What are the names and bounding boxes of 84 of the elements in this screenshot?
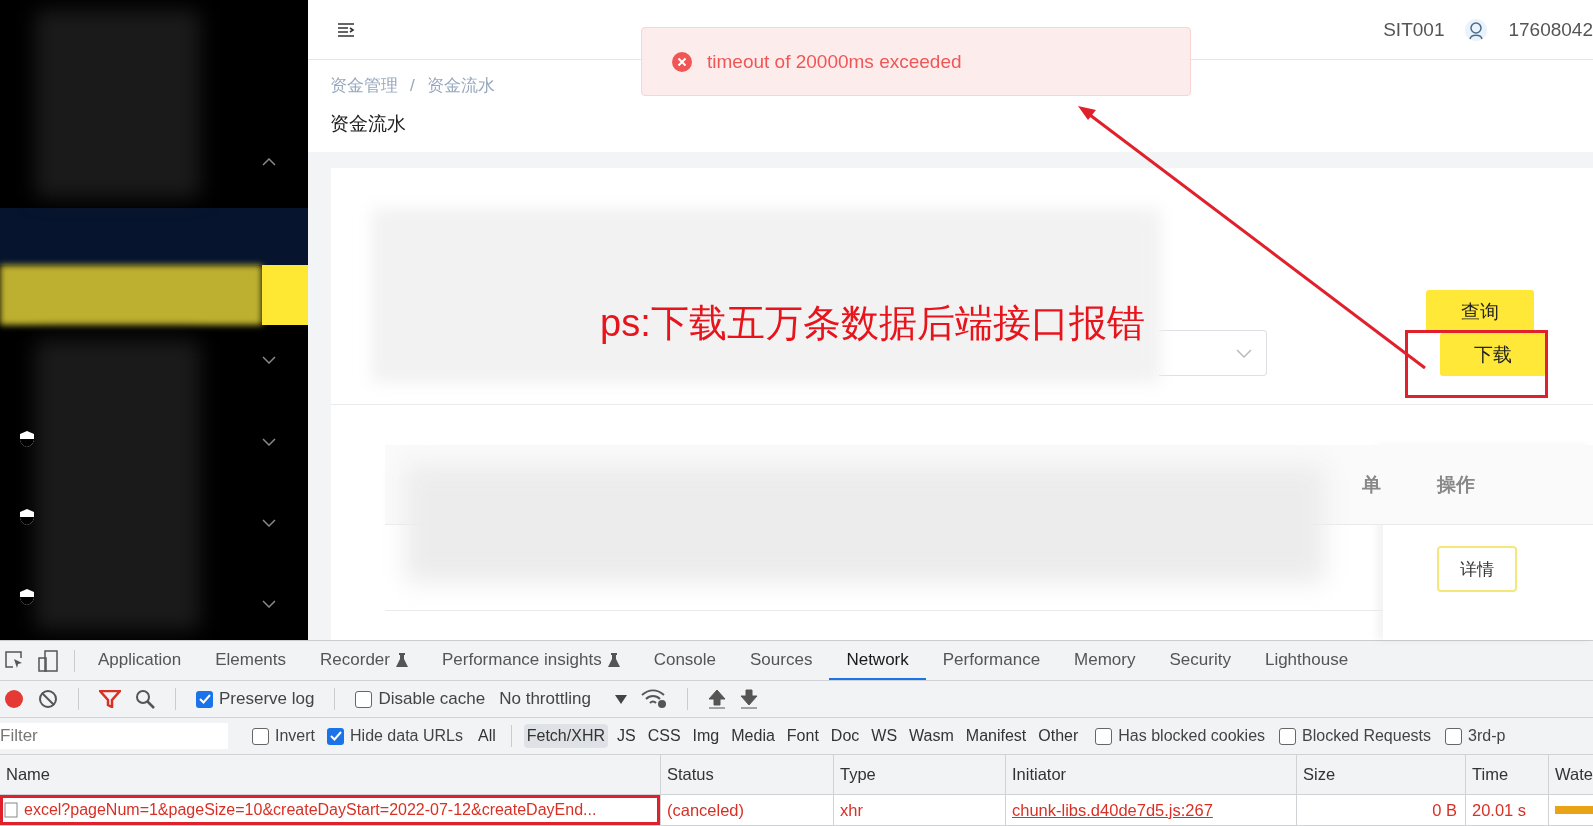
- breadcrumb-separator: /: [410, 75, 415, 96]
- chevron-down-icon[interactable]: [262, 356, 276, 364]
- user-id[interactable]: 17608042: [1508, 18, 1593, 41]
- column-header[interactable]: Name: [0, 755, 660, 794]
- column-header[interactable]: Size: [1296, 755, 1465, 794]
- menu-icon[interactable]: [338, 22, 355, 37]
- filter-icon[interactable]: [99, 690, 121, 708]
- type-filter[interactable]: CSS: [644, 724, 684, 748]
- devtools-tab[interactable]: Performance insights: [424, 641, 637, 680]
- chevron-down-icon[interactable]: [262, 600, 276, 608]
- type-filter[interactable]: Wasm: [906, 724, 957, 748]
- chevron-down-icon[interactable]: [262, 438, 276, 446]
- shield-icon: [19, 430, 35, 448]
- column-header[interactable]: Wate: [1548, 755, 1593, 794]
- download-button[interactable]: 下载: [1440, 333, 1546, 376]
- devtools-tab[interactable]: Network: [829, 641, 926, 680]
- search-button[interactable]: 查询: [1426, 290, 1534, 333]
- devtools-tab[interactable]: Recorder: [303, 641, 425, 680]
- request-name[interactable]: excel?pageNum=1&pageSize=10&createDayStart=2022-07-12&createDayEnd...: [0, 795, 660, 825]
- checkbox-option[interactable]: Blocked Requests: [1279, 727, 1431, 745]
- table-cell: 20.01 s: [1465, 795, 1548, 825]
- type-filter[interactable]: JS: [614, 724, 639, 748]
- caret-icon[interactable]: [614, 694, 627, 704]
- download-icon[interactable]: [739, 689, 758, 709]
- file-icon: [4, 802, 18, 818]
- type-filter[interactable]: Img: [689, 724, 723, 748]
- throttling-dropdown[interactable]: No throttling: [499, 689, 591, 709]
- type-filter[interactable]: Font: [783, 724, 822, 748]
- clear-icon[interactable]: [38, 689, 58, 709]
- wifi-settings-icon[interactable]: [640, 689, 667, 709]
- search-icon[interactable]: [135, 689, 155, 709]
- devtools-tab[interactable]: Memory: [1057, 641, 1153, 680]
- table-cell: (canceled): [660, 795, 833, 825]
- type-filter[interactable]: Manifest: [962, 724, 1030, 748]
- checkbox-option[interactable]: Disable cache: [355, 689, 486, 709]
- flask-icon: [395, 651, 408, 668]
- inspect-icon[interactable]: [4, 649, 24, 670]
- type-filter[interactable]: Doc: [827, 724, 863, 748]
- upload-icon[interactable]: [707, 689, 726, 709]
- filter-field[interactable]: Filter: [0, 723, 228, 749]
- type-filter[interactable]: All: [474, 724, 499, 748]
- type-filter[interactable]: Media: [728, 724, 778, 748]
- checkbox-option[interactable]: Preserve log: [196, 689, 315, 709]
- checkmark-icon: [198, 694, 211, 704]
- checkmark-icon: [329, 731, 342, 741]
- avatar-icon[interactable]: [1464, 17, 1489, 42]
- devtools-tab[interactable]: Application: [81, 641, 199, 680]
- record-icon[interactable]: [4, 689, 24, 709]
- devtools-tab[interactable]: Sources: [733, 641, 830, 680]
- flask-icon: [607, 651, 620, 668]
- initiator-link[interactable]: chunk-libs.d40de7d5.js:267: [1012, 800, 1213, 820]
- page-title: 资金流水: [330, 112, 407, 136]
- devtools-tab[interactable]: Performance: [925, 641, 1058, 680]
- devtools-tab[interactable]: Security: [1152, 641, 1248, 680]
- chevron-down-icon: [1236, 348, 1252, 358]
- chevron-up-icon[interactable]: [262, 158, 276, 166]
- details-button[interactable]: 详情: [1437, 546, 1517, 592]
- checkbox-option[interactable]: Hide data URLs: [327, 727, 463, 745]
- type-filter[interactable]: Fetch/XHR: [523, 724, 608, 748]
- devtools-tab[interactable]: Elements: [198, 641, 304, 680]
- column-header[interactable]: Time: [1465, 755, 1548, 794]
- devtools-tab[interactable]: Console: [636, 641, 734, 680]
- column-header[interactable]: Type: [833, 755, 1005, 794]
- checkbox-option[interactable]: 3rd-p: [1445, 727, 1506, 745]
- shield-icon: [19, 508, 35, 526]
- device-icon[interactable]: [38, 649, 58, 672]
- type-filter[interactable]: Other: [1035, 724, 1082, 748]
- checkbox-option[interactable]: Invert: [252, 727, 315, 745]
- devtools-tab[interactable]: Lighthouse: [1247, 641, 1366, 680]
- account-label: SIT001: [1383, 18, 1445, 41]
- column-header[interactable]: Initiator: [1005, 755, 1296, 794]
- toast-message: timeout of 20000ms exceeded: [707, 50, 962, 73]
- shield-icon: [19, 588, 35, 606]
- column-header[interactable]: Status: [660, 755, 833, 794]
- column-header: 操作: [1437, 472, 1475, 497]
- column-header: 单: [1362, 472, 1381, 497]
- checkbox-option[interactable]: Has blocked cookies: [1095, 727, 1266, 745]
- annotation-text: ps:下载五万条数据后端接口报错: [600, 301, 1145, 346]
- error-icon: [672, 51, 692, 72]
- type-filter[interactable]: WS: [868, 724, 901, 748]
- table-cell: xhr: [833, 795, 1005, 825]
- chevron-down-icon[interactable]: [262, 519, 276, 527]
- select-field[interactable]: [1159, 330, 1267, 376]
- table-cell: 0 B: [1296, 795, 1465, 825]
